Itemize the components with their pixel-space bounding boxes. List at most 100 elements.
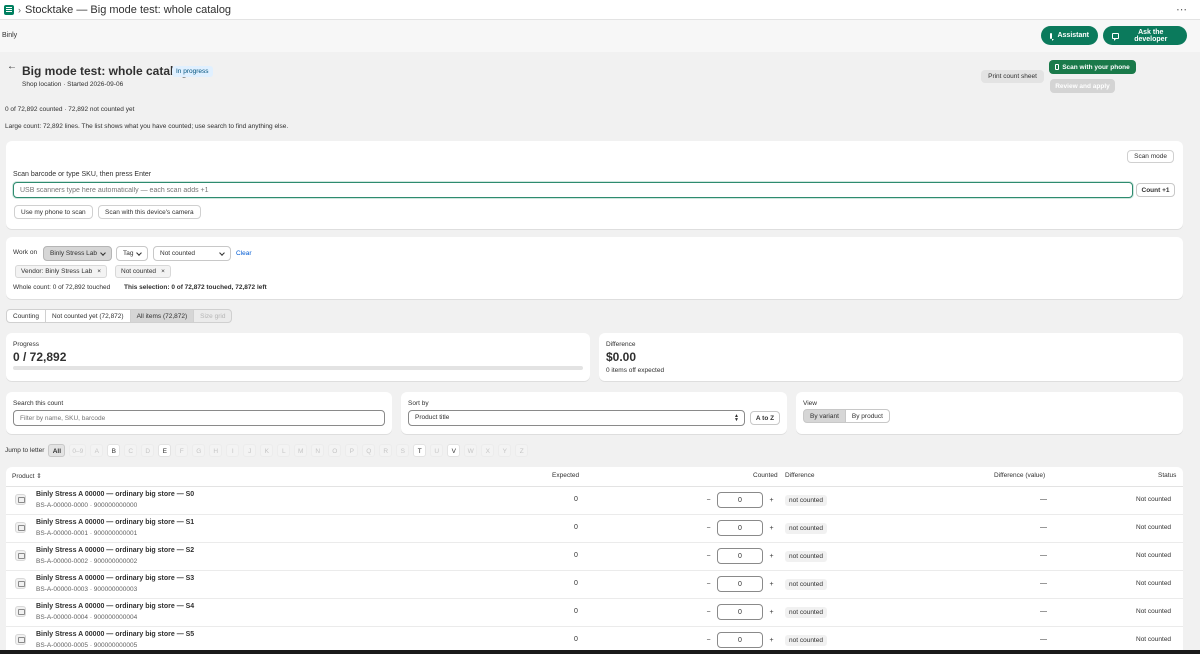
scan-mode-button[interactable]: Scan mode: [1127, 150, 1174, 163]
counted-input[interactable]: [717, 520, 763, 536]
expected-value: 0: [574, 496, 578, 503]
decrement-button[interactable]: −: [704, 608, 713, 617]
assistant-label: Assistant: [1057, 32, 1089, 39]
vendor-select[interactable]: Binly Stress Lab: [43, 246, 112, 261]
decrement-button[interactable]: −: [704, 552, 713, 561]
letter-11[interactable]: J: [243, 444, 257, 457]
chat-icon: [1112, 32, 1119, 41]
letter-1[interactable]: 0–9: [69, 444, 87, 457]
letter-15[interactable]: N: [311, 444, 325, 457]
letter-7[interactable]: F: [175, 444, 189, 457]
table-row: Binly Stress A 00000 — ordinary big stor…: [6, 571, 1183, 599]
tab-not-counted-yet[interactable]: Not counted yet (72,872): [45, 309, 131, 323]
letter-24[interactable]: W: [464, 444, 478, 457]
letter-8[interactable]: G: [192, 444, 206, 457]
letter-21[interactable]: T: [413, 444, 427, 457]
column-header-status: Status: [1158, 472, 1177, 479]
clear-filters-link[interactable]: Clear: [236, 250, 252, 257]
tab-all-items[interactable]: All items (72,872): [129, 309, 195, 323]
counted-summary: 0 of 72,892 counted · 72,892 not counted…: [5, 106, 135, 113]
decrement-button[interactable]: −: [704, 496, 713, 505]
ask-developer-label: Ask the developer: [1134, 28, 1168, 43]
letter-14[interactable]: M: [294, 444, 308, 457]
letter-0[interactable]: All: [48, 444, 66, 457]
app-icon[interactable]: [4, 4, 14, 15]
scan-with-camera-button[interactable]: Scan with this device's camera: [98, 205, 201, 219]
search-input[interactable]: [13, 410, 385, 426]
letter-4[interactable]: C: [124, 444, 138, 457]
increment-button[interactable]: +: [767, 496, 776, 505]
letter-18[interactable]: Q: [362, 444, 376, 457]
letter-5[interactable]: D: [141, 444, 155, 457]
letter-23[interactable]: V: [447, 444, 461, 457]
counted-input[interactable]: [717, 548, 763, 564]
letter-27[interactable]: Z: [515, 444, 529, 457]
close-icon[interactable]: ×: [97, 268, 101, 275]
tag-select[interactable]: Tag: [116, 246, 149, 261]
assistant-button[interactable]: Assistant: [1041, 26, 1098, 45]
letter-25[interactable]: X: [481, 444, 495, 457]
tag-select-value: Tag: [123, 250, 134, 257]
counted-input[interactable]: [717, 632, 763, 648]
letter-16[interactable]: O: [328, 444, 342, 457]
title-bar: › Stocktake — Big mode test: whole catal…: [0, 0, 1200, 20]
column-header-expected: Expected: [552, 472, 580, 479]
back-arrow-icon[interactable]: ←: [7, 61, 17, 72]
more-icon[interactable]: ⋯: [1176, 3, 1188, 16]
difference-badge: not counted: [785, 495, 827, 506]
large-count-note: Large count: 72,892 lines. The list show…: [5, 123, 289, 130]
jump-to-letter: Jump to letter All 0–9 A B C D E F G H I J K L M N O P Q R S…: [5, 443, 532, 458]
scan-input[interactable]: [13, 182, 1133, 198]
product-name[interactable]: Binly Stress A 00000 — ordinary big stor…: [36, 603, 194, 610]
letter-26[interactable]: Y: [498, 444, 512, 457]
product-name[interactable]: Binly Stress A 00000 — ordinary big stor…: [36, 575, 194, 582]
status-select[interactable]: Not counted: [153, 246, 231, 261]
product-name[interactable]: Binly Stress A 00000 — ordinary big stor…: [36, 519, 194, 526]
letter-19[interactable]: R: [379, 444, 393, 457]
close-icon[interactable]: ×: [161, 268, 165, 275]
increment-button[interactable]: +: [767, 580, 776, 589]
count-plus-one-button[interactable]: Count +1: [1136, 183, 1175, 197]
use-phone-to-scan-button[interactable]: Use my phone to scan: [14, 205, 93, 219]
sort-order-button[interactable]: A to Z: [750, 411, 780, 425]
print-count-sheet-button[interactable]: Print count sheet: [981, 70, 1044, 83]
column-header-difference-value: Difference (value): [994, 472, 1046, 479]
brand-name: Binly: [2, 32, 18, 39]
counted-input[interactable]: [717, 604, 763, 620]
decrement-button[interactable]: −: [704, 580, 713, 589]
product-name[interactable]: Binly Stress A 00000 — ordinary big stor…: [36, 631, 194, 638]
letter-9[interactable]: H: [209, 444, 223, 457]
increment-button[interactable]: +: [767, 608, 776, 617]
letter-20[interactable]: S: [396, 444, 410, 457]
sort-select[interactable]: Product title ▲ ▼: [408, 410, 745, 426]
letter-3[interactable]: B: [107, 444, 121, 457]
counted-input[interactable]: [717, 492, 763, 508]
counted-input[interactable]: [717, 576, 763, 592]
ask-developer-button[interactable]: Ask the developer: [1103, 26, 1187, 45]
expected-value: 0: [574, 636, 578, 643]
letter-6[interactable]: E: [158, 444, 172, 457]
tab-counting[interactable]: Counting: [6, 309, 47, 323]
letter-2[interactable]: A: [90, 444, 104, 457]
by-variant-button[interactable]: By variant: [803, 409, 846, 423]
increment-button[interactable]: +: [767, 552, 776, 561]
tab-size-grid[interactable]: Size grid: [193, 309, 233, 323]
decrement-button[interactable]: −: [704, 636, 713, 645]
product-name[interactable]: Binly Stress A 00000 — ordinary big stor…: [36, 547, 194, 554]
increment-button[interactable]: +: [767, 636, 776, 645]
scan-with-phone-button[interactable]: Scan with your phone: [1049, 60, 1136, 74]
letter-22[interactable]: U: [430, 444, 444, 457]
letter-12[interactable]: K: [260, 444, 274, 457]
decrement-button[interactable]: −: [704, 524, 713, 533]
review-and-apply-button[interactable]: Review and apply: [1050, 79, 1115, 93]
increment-button[interactable]: +: [767, 524, 776, 533]
letter-17[interactable]: P: [345, 444, 359, 457]
filters-card: Work on Binly Stress Lab Tag Not counted…: [6, 237, 1183, 299]
product-sku: BS-A-00000-0005 · 900000000005: [36, 642, 138, 649]
by-product-button[interactable]: By product: [844, 409, 890, 423]
product-name[interactable]: Binly Stress A 00000 — ordinary big stor…: [36, 491, 194, 498]
letter-10[interactable]: I: [226, 444, 240, 457]
product-thumbnail-icon: [15, 634, 26, 645]
letter-13[interactable]: L: [277, 444, 291, 457]
column-header-product[interactable]: Product ⇕: [12, 472, 42, 480]
